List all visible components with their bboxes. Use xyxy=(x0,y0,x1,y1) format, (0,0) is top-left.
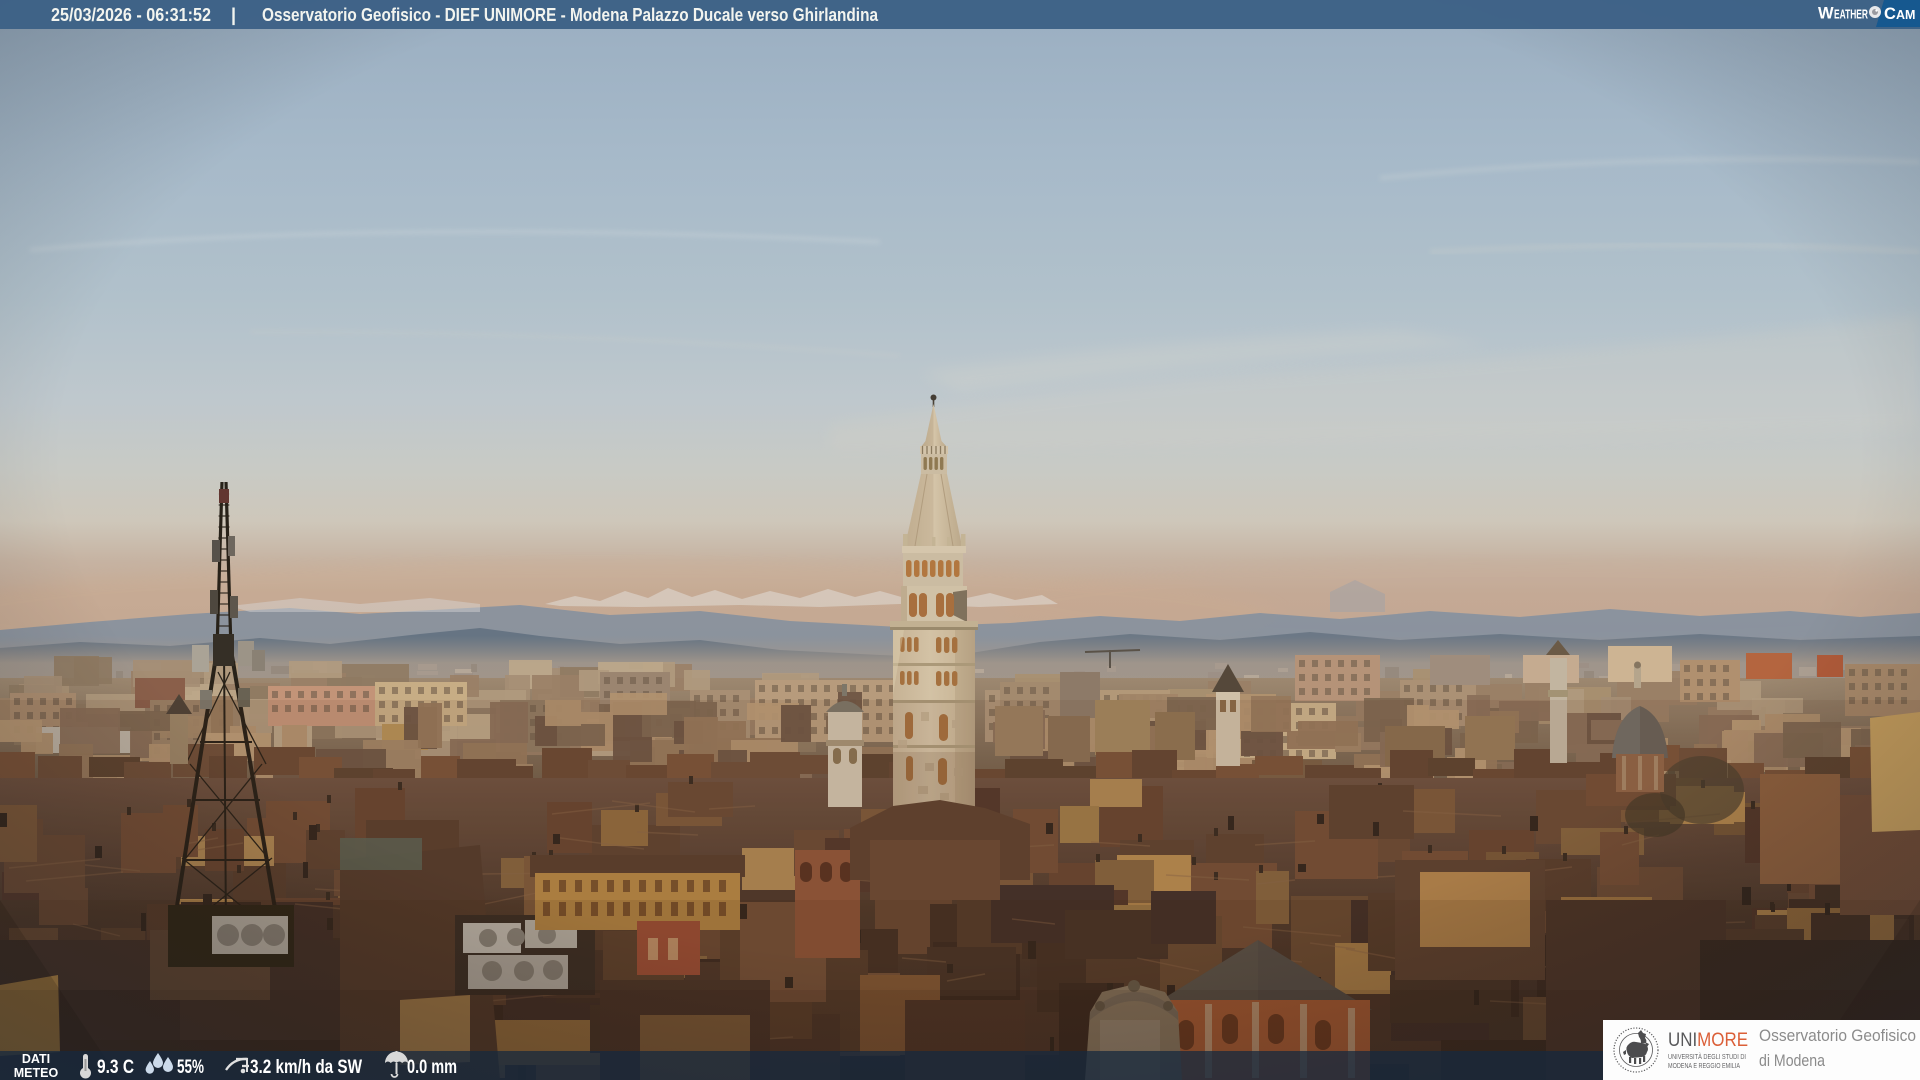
svg-text:EATHER: EATHER xyxy=(1834,8,1868,22)
svg-text:25/03/2026 - 06:31:52: 25/03/2026 - 06:31:52 xyxy=(51,5,211,25)
svg-text:9.3 C: 9.3 C xyxy=(97,1057,134,1078)
svg-text:3.2 km/h da SW: 3.2 km/h da SW xyxy=(250,1057,362,1078)
svg-text:UNIVERSITÀ DEGLI STUDI DI: UNIVERSITÀ DEGLI STUDI DI xyxy=(1668,1052,1746,1061)
svg-text:Osservatorio Geofisico: Osservatorio Geofisico xyxy=(1759,1026,1916,1045)
svg-text:UNIMORE: UNIMORE xyxy=(1668,1030,1748,1051)
svg-text:AM: AM xyxy=(1896,8,1915,22)
svg-text:|: | xyxy=(231,5,236,25)
svg-text:MODENA E REGGIO EMILIA: MODENA E REGGIO EMILIA xyxy=(1668,1061,1740,1070)
svg-text:DATI: DATI xyxy=(22,1052,50,1066)
svg-text:di Modena: di Modena xyxy=(1759,1051,1825,1070)
svg-text:C: C xyxy=(1884,5,1896,23)
svg-text:METEO: METEO xyxy=(14,1066,59,1080)
svg-text:W: W xyxy=(1818,5,1834,23)
svg-text:0.0 mm: 0.0 mm xyxy=(407,1057,457,1078)
svg-text:55%: 55% xyxy=(177,1057,204,1078)
svg-text:Osservatorio Geofisico - DIEF: Osservatorio Geofisico - DIEF UNIMORE - … xyxy=(262,5,879,25)
